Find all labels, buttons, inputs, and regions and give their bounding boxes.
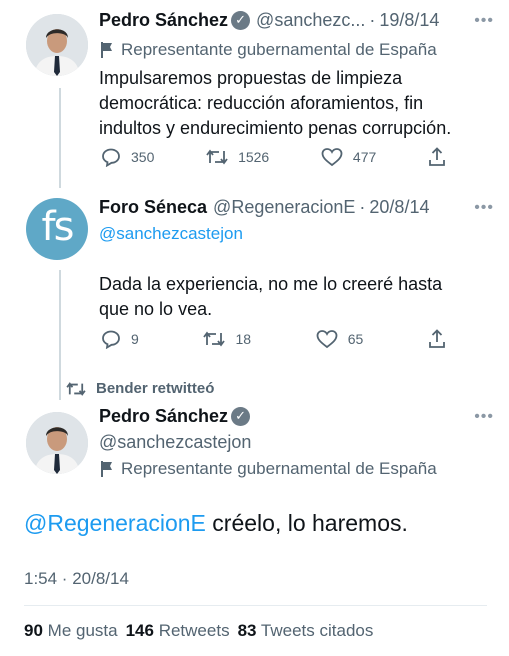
like-count: 65 [347,331,364,347]
mention-link[interactable]: @RegeneracionE [24,510,206,536]
author-name[interactable]: Pedro Sánchez [99,406,228,427]
author-handle[interactable]: @sanchezcastejon [99,432,251,453]
share-icon [429,147,445,166]
author-handle[interactable]: @sanchezc... [256,10,365,31]
person-avatar-image [26,14,88,76]
share-icon [429,329,445,348]
tweet-stats: 90 Me gusta 146 Retweets 83 Tweets citad… [24,621,373,641]
likes-label: Me gusta [47,621,118,640]
more-icon[interactable]: ••• [474,199,494,217]
tweet-date[interactable]: 20/8/14 [369,197,429,218]
like-count: 477 [352,149,377,165]
tweet1-actions: 350 1526 477 [101,147,446,167]
divider [24,605,487,606]
more-icon[interactable]: ••• [474,12,494,30]
tweet-text: Impulsaremos propuestas de limpieza demo… [99,68,452,138]
main-tweet-text: @RegeneracionE créelo, lo haremos. [24,510,408,537]
tweet3-header: Pedro Sánchez ✓ ••• [99,406,494,427]
tweet-date[interactable]: 19/8/14 [379,10,439,31]
tweet2-actions: 9 18 65 [101,329,446,349]
like-icon [321,148,343,167]
separator: · [369,10,376,30]
flag-icon [101,461,112,477]
retweet-notice-text[interactable]: Bender retwitteó [96,380,214,397]
retweet-icon [203,331,226,347]
verified-badge-icon: ✓ [231,11,251,30]
verified-badge-icon: ✓ [231,407,251,426]
share-button[interactable] [428,329,446,349]
label-text: Representante gubernamental de España [121,459,437,478]
reply-button[interactable]: 350 [101,147,154,167]
thread-line-1 [59,88,61,188]
retweet-icon [66,381,86,396]
government-label: Representante gubernamental de España [101,40,437,60]
like-button[interactable]: 477 [321,147,376,167]
tweet-text: créelo, lo haremos. [212,510,408,536]
reply-icon [102,148,120,167]
share-button[interactable] [428,147,446,167]
retweet-count: 18 [235,331,252,347]
retweets-count: 146 [125,621,154,640]
likes-stat[interactable]: 90 Me gusta [24,621,118,641]
government-label: Representante gubernamental de España [101,459,437,479]
more-icon[interactable]: ••• [474,408,494,426]
label-text: Representante gubernamental de España [121,40,437,59]
likes-count: 90 [24,621,43,640]
tweet-timestamp[interactable]: 1:54 · 20/8/14 [24,569,129,589]
retweet-button[interactable]: 1526 [206,148,269,166]
author-name[interactable]: Pedro Sánchez [99,10,228,31]
retweet-icon [206,149,228,165]
reply-count: 9 [131,331,139,347]
tweet-text: Dada la experiencia, no me lo creeré has… [99,274,443,319]
tweet1-header: Pedro Sánchez ✓ @sanchezc... · 19/8/14 •… [99,10,494,31]
retweet-button[interactable]: 18 [203,330,251,348]
avatar-logo-text: fs [41,204,75,250]
author-handle[interactable]: @RegeneracionE [213,197,355,218]
avatar[interactable] [26,412,88,474]
thread-line-2 [59,270,61,400]
author-name[interactable]: Foro Séneca [99,197,207,218]
avatar[interactable] [26,14,88,76]
person-avatar-image [26,412,88,474]
quotes-stat[interactable]: 83 Tweets citados [238,621,374,641]
retweet-count: 1526 [238,149,270,165]
retweets-stat[interactable]: 146 Retweets [126,621,230,641]
retweets-label: Retweets [158,621,230,640]
separator: · [359,197,366,217]
quotes-label: Tweets citados [260,621,374,640]
like-icon [316,330,338,349]
like-button[interactable]: 65 [316,329,364,349]
quotes-count: 83 [237,621,257,640]
reply-icon [102,330,120,349]
reply-to-mention[interactable]: @sanchezcastejon [99,224,243,244]
reply-count: 350 [131,149,155,165]
tweet2-header: Foro Séneca @RegeneracionE · 20/8/14 ••• [99,197,494,218]
retweet-notice: Bender retwitteó [66,380,214,397]
flag-icon [101,42,112,58]
avatar[interactable]: fs [26,198,88,260]
reply-button[interactable]: 9 [101,329,139,349]
